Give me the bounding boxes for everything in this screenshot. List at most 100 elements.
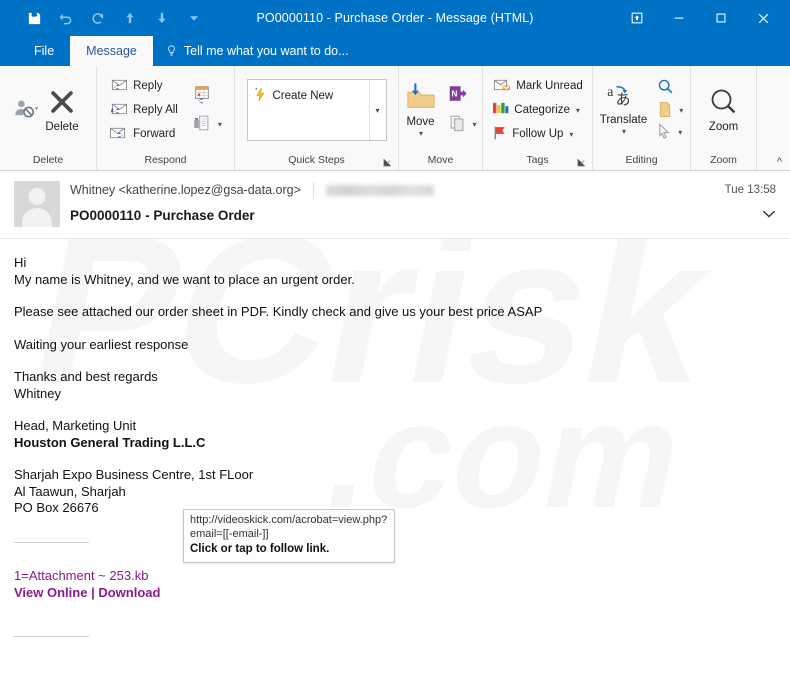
received-time: Tue 13:58 (724, 184, 776, 196)
tell-me-label: Tell me what you want to do... (183, 44, 349, 58)
window-controls (616, 1, 790, 35)
more-respond-button[interactable]: ▾ (188, 111, 226, 139)
save-icon[interactable] (18, 5, 50, 31)
ribbon-filler (756, 66, 790, 170)
undo-icon[interactable] (50, 5, 82, 31)
close-icon[interactable] (742, 1, 784, 35)
avatar-head (28, 188, 46, 205)
header-divider (312, 182, 314, 198)
ribbon-group-label-delete: Delete (32, 154, 64, 166)
delete-button[interactable]: Delete (41, 87, 82, 133)
create-new-quick-step[interactable]: Create New (248, 80, 340, 105)
recipient-redacted (325, 184, 434, 196)
ignore-button[interactable] (13, 95, 39, 126)
redo-icon[interactable] (82, 5, 114, 31)
tooltip-url: http://videoskick.com/acrobat=view.php?e… (190, 514, 388, 540)
find-button[interactable] (653, 77, 687, 99)
download-link[interactable]: Download (98, 585, 160, 600)
body-line-intro: My name is Whitney, and we want to place… (14, 271, 355, 287)
message-header-row-from: Whitney <katherine.lopez@gsa-data.org> T… (70, 179, 776, 201)
select-button[interactable]: ▾ (653, 122, 687, 143)
meeting-calendar-icon (192, 84, 212, 107)
previous-item-icon[interactable] (114, 5, 146, 31)
meeting-button[interactable] (188, 82, 226, 110)
move-button[interactable]: Move ▾ (401, 82, 441, 138)
rules-caret-icon[interactable]: ▾ (473, 120, 477, 129)
sender-address[interactable]: Whitney <katherine.lopez@gsa-data.org> (70, 183, 301, 197)
ribbon-group-move: Move ▾ N ▾ Move (398, 66, 482, 170)
related-caret-icon[interactable]: ▾ (679, 106, 683, 115)
translate-caret-icon[interactable]: ▾ (622, 127, 626, 136)
message-header-row-subject: PO0000110 - Purchase Order (70, 203, 776, 227)
minimize-icon[interactable] (658, 1, 700, 35)
view-online-link[interactable]: View Online (14, 585, 87, 600)
onenote-button[interactable]: N (443, 82, 481, 110)
categorize-caret-icon[interactable]: ▾ (576, 106, 580, 115)
ribbon-group-label-tags: Tags (483, 150, 592, 170)
message-header-fields: Whitney <katherine.lopez@gsa-data.org> T… (70, 179, 790, 227)
categorize-icon (492, 101, 509, 119)
lightbulb-icon (165, 44, 178, 58)
categorize-label: Categorize (514, 104, 570, 116)
ribbon-group-label-respond: Respond (144, 154, 187, 166)
forward-icon (109, 125, 128, 144)
ribbon-group-label-editing: Editing (625, 154, 658, 166)
divider-bottom (14, 635, 89, 637)
reply-button[interactable]: Reply (105, 75, 182, 98)
related-button[interactable]: ▾ (653, 100, 687, 121)
select-pointer-icon (657, 122, 672, 143)
message-body: PCrisk .com Hi My name is Whitney, and w… (0, 239, 790, 691)
body-line-hi: Hi (14, 255, 27, 270)
body-line-company: Houston General Trading L.L.C (14, 434, 206, 450)
collapse-ribbon-button[interactable]: ^ (777, 156, 782, 168)
subject-line: PO0000110 - Purchase Order (70, 207, 255, 223)
categorize-button[interactable]: Categorize ▾ (488, 99, 586, 122)
reply-all-label: Reply All (133, 104, 178, 116)
quick-steps-more-icon[interactable]: ▾ (368, 80, 386, 140)
avatar-body (22, 208, 52, 227)
follow-up-caret-icon[interactable]: ▾ (569, 130, 573, 139)
rules-actions-button[interactable]: ▾ (443, 111, 481, 139)
quick-steps-gallery[interactable]: Create New ▾ (246, 79, 387, 141)
more-respond-icon (192, 113, 212, 136)
reply-icon (109, 77, 128, 96)
body-line-waiting: Waiting your earliest response (14, 336, 189, 352)
attachment-links: View Online | Download (14, 584, 790, 601)
mark-unread-button[interactable]: Mark Unread (488, 75, 586, 98)
restore-down-icon[interactable] (616, 1, 658, 35)
tell-me-search[interactable]: Tell me what you want to do... (153, 36, 359, 66)
follow-up-label: Follow Up (512, 128, 564, 140)
customize-quick-access-toolbar-icon[interactable] (178, 5, 210, 31)
chevron-down-icon[interactable] (762, 208, 776, 222)
message-header: Whitney <katherine.lopez@gsa-data.org> T… (0, 171, 790, 239)
more-respond-caret-icon[interactable]: ▾ (218, 120, 222, 129)
forward-label: Forward (133, 128, 176, 140)
body-line-address1: Sharjah Expo Business Centre, 1st FLoor (14, 467, 254, 482)
rules-actions-icon (447, 113, 467, 136)
reply-all-button[interactable]: Reply All (105, 99, 182, 122)
quick-steps-label-text: Quick Steps (288, 154, 345, 166)
forward-button[interactable]: Forward (105, 123, 182, 146)
title-bar: PO0000110 - Purchase Order - Message (HT… (0, 0, 790, 36)
translate-icon: a あ (606, 84, 640, 113)
move-caret-icon[interactable]: ▾ (419, 129, 423, 138)
body-line-signature-name: Whitney (14, 385, 61, 401)
translate-button[interactable]: a あ Translate ▾ (596, 84, 652, 136)
ribbon-group-respond: Reply Reply All Forward ▾ Respond (96, 66, 234, 170)
move-label: Move (406, 116, 435, 128)
svg-text:N: N (451, 89, 457, 98)
tab-message[interactable]: Message (70, 36, 153, 66)
mark-unread-label: Mark Unread (516, 80, 583, 92)
zoom-button[interactable]: Zoom (704, 87, 744, 133)
maximize-icon[interactable] (700, 1, 742, 35)
follow-up-button[interactable]: Follow Up ▾ (488, 123, 586, 146)
tags-dialog-launcher-icon[interactable] (577, 154, 586, 167)
reply-label: Reply (133, 80, 163, 92)
tab-file[interactable]: File (18, 36, 70, 66)
onenote-icon: N (447, 84, 467, 107)
next-item-icon[interactable] (146, 5, 178, 31)
delete-x-icon (47, 87, 77, 120)
outlook-message-window: PO0000110 - Purchase Order - Message (HT… (0, 0, 790, 691)
quick-steps-dialog-launcher-icon[interactable] (383, 154, 392, 167)
select-caret-icon[interactable]: ▾ (678, 128, 682, 137)
